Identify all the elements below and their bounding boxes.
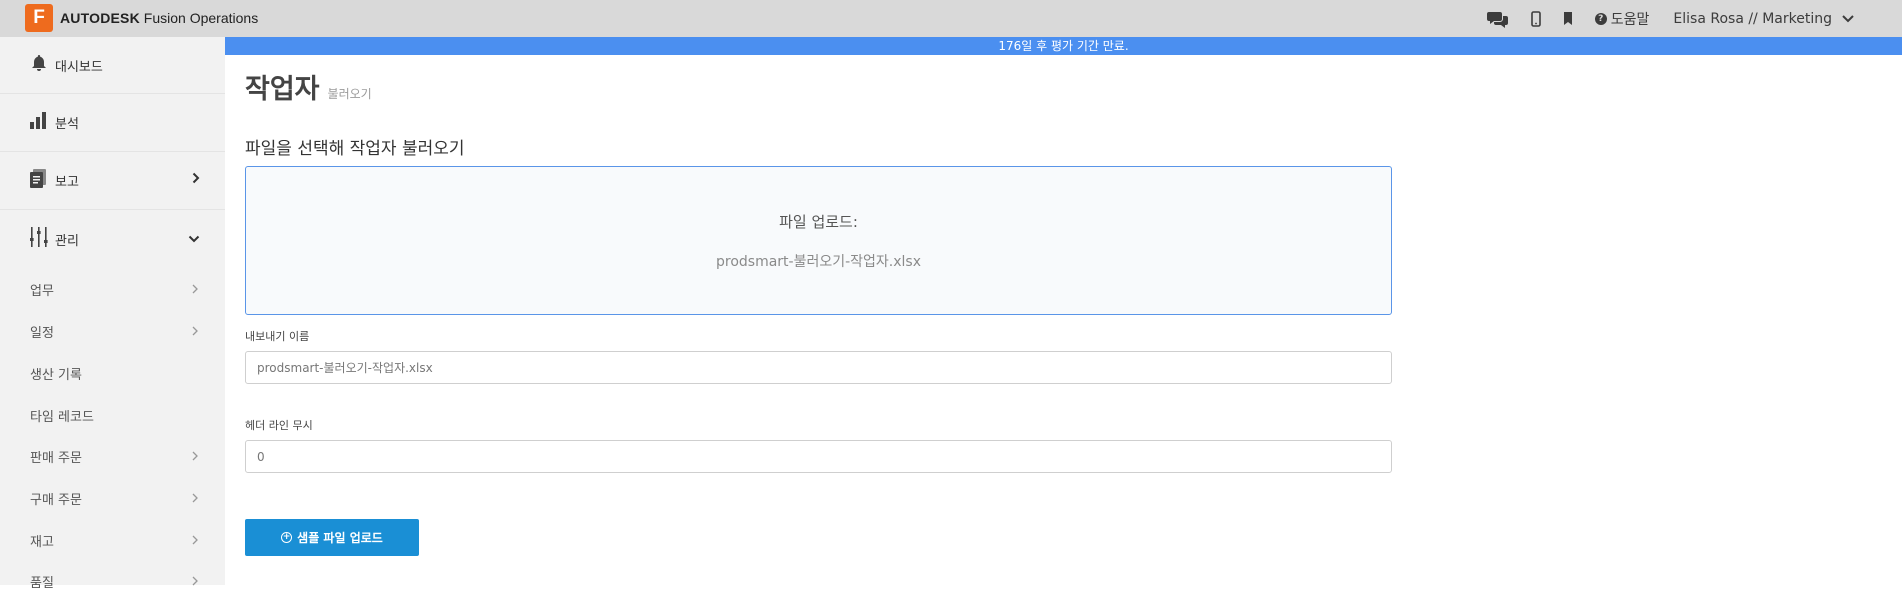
sidebar-subitem-label: 재고	[30, 535, 54, 550]
report-icon	[30, 168, 48, 192]
sidebar-item-reports[interactable]: 보고	[0, 168, 225, 192]
top-bar: F AUTODESK Fusion Operations ? 도움말 Elisa…	[0, 0, 1902, 37]
chevron-right-icon	[192, 172, 200, 188]
page-title: 작업자 불러오기	[245, 67, 372, 106]
sidebar-subitem-label: 판매 주문	[30, 451, 82, 466]
export-name-label: 내보내기 이름	[245, 330, 310, 343]
sidebar-item-management[interactable]: 관리	[0, 227, 225, 251]
page-subtitle: 불러오기	[327, 87, 372, 101]
help-label: 도움말	[1610, 11, 1650, 28]
export-name-input[interactable]: prodsmart-불러오기-작업자.xlsx	[245, 351, 1392, 384]
sidebar-item-label: 분석	[55, 116, 79, 132]
chevron-right-icon	[192, 575, 198, 590]
fusion-logo-icon: F	[25, 4, 53, 32]
chevron-right-icon	[192, 325, 198, 340]
sidebar-subitem-schedule[interactable]: 일정	[0, 322, 225, 341]
user-menu[interactable]: Elisa Rosa // Marketing	[1673, 11, 1854, 27]
file-dropzone[interactable]: 파일 업로드: prodsmart-불러오기-작업자.xlsx	[245, 166, 1392, 315]
dropzone-filename: prodsmart-불러오기-작업자.xlsx	[715, 254, 921, 270]
sidebar-subitem-production-records[interactable]: 생산 기록	[0, 364, 225, 383]
chevron-right-icon	[192, 450, 198, 465]
sidebar-item-analytics[interactable]: 분석	[0, 112, 225, 132]
bell-icon	[30, 54, 48, 76]
sidebar-subitem-inventory[interactable]: 재고	[0, 531, 225, 550]
page-title-text: 작업자	[245, 74, 320, 105]
sidebar-item-label: 관리	[55, 233, 79, 249]
sidebar-divider	[0, 151, 225, 152]
chevron-down-icon	[1842, 14, 1854, 22]
sidebar-subitem-label: 품질	[30, 576, 54, 591]
sidebar-subitem-label: 생산 기록	[30, 368, 82, 383]
sidebar-item-label: 대시보드	[55, 59, 103, 75]
sidebar-subitem-label: 업무	[30, 284, 54, 299]
sidebar-item-dashboard[interactable]: 대시보드	[0, 55, 225, 75]
dropzone-title: 파일 업로드:	[779, 213, 858, 231]
question-icon: ?	[1594, 12, 1607, 25]
sidebar-subitem-label: 일정	[30, 326, 54, 341]
sliders-icon	[30, 227, 48, 251]
help-menu[interactable]: ? 도움말	[1594, 9, 1650, 29]
sidebar-subitem-sales-orders[interactable]: 판매 주문	[0, 447, 225, 466]
ignore-header-value: 0	[257, 449, 265, 464]
chevron-right-icon	[192, 534, 198, 549]
mobile-icon[interactable]	[1530, 10, 1541, 27]
bookmark-icon[interactable]	[1563, 12, 1573, 25]
sidebar-divider	[0, 93, 225, 94]
chat-icon[interactable]	[1486, 10, 1509, 28]
chevron-down-icon	[188, 232, 200, 247]
app-logo[interactable]: F AUTODESK Fusion Operations	[25, 4, 258, 32]
sidebar-subitem-time-records[interactable]: 타임 레코드	[0, 406, 225, 425]
chevron-right-icon	[192, 283, 198, 298]
brand-name: AUTODESK Fusion Operations	[60, 10, 258, 26]
user-label: Elisa Rosa // Marketing	[1673, 10, 1832, 27]
sidebar-subitem-tasks[interactable]: 업무	[0, 280, 225, 299]
export-name-value: prodsmart-불러오기-작업자.xlsx	[257, 361, 433, 375]
section-heading: 파일을 선택해 작업자 불러오기	[245, 139, 465, 159]
trial-expiry-banner: 176일 후 평가 기간 만료.	[225, 37, 1902, 55]
upload-sample-file-button[interactable]: + 샘플 파일 업로드	[245, 519, 419, 556]
ignore-header-input[interactable]: 0	[245, 440, 1392, 473]
brand-bold: AUTODESK	[60, 10, 140, 26]
brand-product: Fusion Operations	[143, 10, 259, 26]
sidebar: 대시보드 분석 보고 관리 업무 일정 생산 기록 타임 레코드 판매 주문 구…	[0, 37, 225, 591]
sidebar-item-label: 보고	[55, 174, 79, 190]
sidebar-subitem-label: 구매 주문	[30, 493, 82, 508]
sidebar-subitem-purchase-orders[interactable]: 구매 주문	[0, 489, 225, 508]
upload-button-label: 샘플 파일 업로드	[297, 531, 383, 545]
sidebar-divider	[0, 209, 225, 210]
sidebar-subitem-quality[interactable]: 품질	[0, 572, 225, 591]
chevron-right-icon	[192, 492, 198, 507]
plus-circle-icon: +	[281, 532, 293, 543]
ignore-header-label: 헤더 라인 무시	[245, 419, 313, 432]
sidebar-subitem-label: 타임 레코드	[30, 410, 94, 425]
bar-chart-icon	[30, 111, 48, 133]
top-right-toolbar: ? 도움말 Elisa Rosa // Marketing	[1465, 0, 1854, 37]
